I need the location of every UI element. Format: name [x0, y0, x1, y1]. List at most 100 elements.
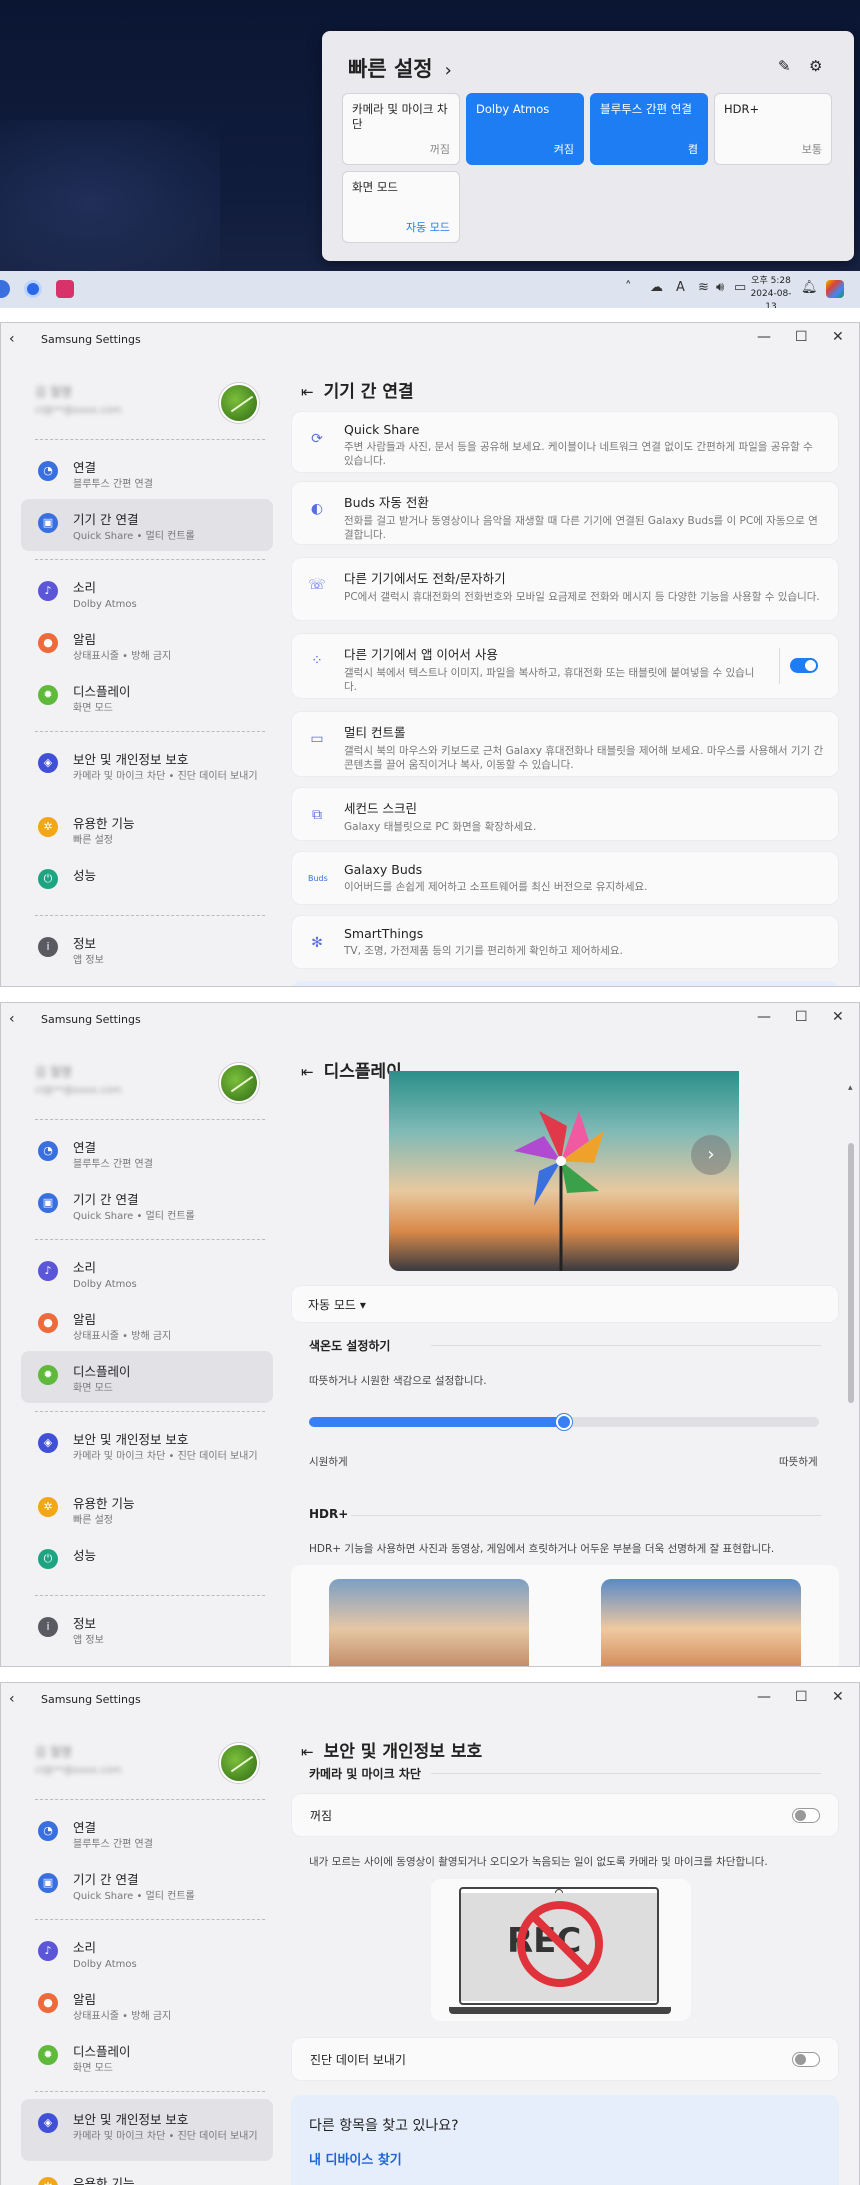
tile-bluetooth-easy-connect[interactable]: 블루투스 간편 연결 켬: [590, 93, 708, 165]
scroll-up-icon[interactable]: ▴: [848, 1083, 853, 1093]
screen-mode-dropdown[interactable]: 자동 모드 ▾: [291, 1285, 839, 1323]
sidebar-item-info[interactable]: i 정보 앱 정보: [21, 1603, 273, 1655]
gear-icon[interactable]: ⚙: [809, 57, 822, 75]
sidebar-item-notifications[interactable]: ● 알림 상태표시줄 • 방해 금지: [21, 1299, 273, 1351]
sidebar-item-notifications[interactable]: ● 알림 상태표시줄 • 방해 금지: [21, 619, 273, 671]
card-galaxy-buds[interactable]: Buds Galaxy Buds 이어버드를 손쉽게 제어하고 소프트웨어를 최신 …: [291, 851, 839, 905]
camera-mic-block-row[interactable]: 꺼짐: [291, 1793, 839, 1837]
maximize-button[interactable]: ☐: [795, 1009, 808, 1025]
continue-apps-toggle[interactable]: [790, 658, 818, 673]
profile[interactable]: 김 철명 cl@**@xxxx.com: [35, 1063, 265, 1113]
sidebar-item-display[interactable]: ✹ 디스플레이 화면 모드: [21, 2031, 273, 2083]
ime-indicator[interactable]: A: [676, 280, 685, 295]
collapse-icon[interactable]: ⇤: [301, 1063, 314, 1081]
profile[interactable]: 김 철명 cl@**@xxxx.com: [35, 1743, 265, 1793]
scroll-thumb[interactable]: [848, 1143, 854, 1403]
notification-bell-icon[interactable]: 🔔︎: [801, 280, 818, 295]
divider: [35, 1799, 265, 1800]
page-title: ⇤ 기기 간 연결: [301, 382, 414, 402]
sidebar-item-security[interactable]: ◈ 보안 및 개인정보 보호 카메라 및 마이크 차단 • 진단 데이터 보내기: [21, 2099, 273, 2161]
main-content: ⇤ 보안 및 개인정보 보호 카메라 및 마이크 차단 꺼짐 내가 모르는 사이에…: [291, 1717, 859, 2185]
sidebar-item-performance[interactable]: ⏻ 성능: [21, 1535, 273, 1587]
sidebar-item-display[interactable]: ✹ 디스플레이 화면 모드: [21, 671, 273, 723]
sidebar-item-performance[interactable]: ⏻ 성능: [21, 855, 273, 907]
chevron-right-icon[interactable]: ›: [445, 60, 452, 81]
sidebar-item-sound[interactable]: ♪ 소리 Dolby Atmos: [21, 1247, 273, 1299]
sidebar-item-useful-features[interactable]: ✲유용한 기능빠른 설정: [21, 2163, 273, 2185]
close-button[interactable]: ✕: [832, 329, 844, 345]
battery-icon[interactable]: ▭: [734, 280, 746, 295]
wifi-icon[interactable]: ≋: [698, 280, 709, 295]
avatar[interactable]: [219, 1743, 259, 1783]
card-smartthings[interactable]: ✻ SmartThings TV, 조명, 가전제품 등의 기기를 편리하게 확인하…: [291, 915, 839, 969]
tile-hdr[interactable]: HDR+ 보통: [714, 93, 832, 165]
speaker-icon: ♪: [38, 581, 58, 601]
back-icon[interactable]: ‹: [9, 1691, 15, 1707]
card-call-text[interactable]: ☏ 다른 기기에서도 전화/문자하기 PC에서 갤럭시 휴대전화의 전화번호와 모바…: [291, 557, 839, 621]
tile-screen-mode[interactable]: 화면 모드 자동 모드: [342, 171, 460, 243]
card-multi-control[interactable]: ▭ 멀티 컨트롤 갤럭시 북의 마우스와 키보드로 근처 Galaxy 휴대전화나 …: [291, 711, 839, 777]
sun-icon: ✹: [38, 1365, 58, 1385]
collapse-icon[interactable]: ⇤: [301, 1743, 314, 1761]
sync-app-icon[interactable]: [24, 280, 42, 298]
divider: [35, 2091, 265, 2092]
close-button[interactable]: ✕: [832, 1689, 844, 1705]
close-button[interactable]: ✕: [832, 1009, 844, 1025]
avatar[interactable]: [219, 1063, 259, 1103]
find-my-device-link[interactable]: 내 디바이스 찾기: [309, 2149, 821, 2168]
slider-knob[interactable]: [556, 1414, 572, 1430]
devices-icon: ▣: [38, 1193, 58, 1213]
gallery-app-icon[interactable]: [56, 280, 74, 298]
diagnostic-data-row[interactable]: 진단 데이터 보내기: [291, 2037, 839, 2081]
tile-dolby-atmos[interactable]: Dolby Atmos 켜짐: [466, 93, 584, 165]
quick-settings-title[interactable]: 빠른 설정 ›: [348, 53, 452, 83]
tile-camera-mic-block[interactable]: 카메라 및 마이크 차단 꺼짐: [342, 93, 460, 165]
sidebar-item-sound[interactable]: ♪ 소리 Dolby Atmos: [21, 567, 273, 619]
maximize-button[interactable]: ☐: [795, 329, 808, 345]
card-quick-share[interactable]: ⟳ Quick Share 주변 사람들과 사진, 문서 등을 공유해 보세요. 케…: [291, 411, 839, 473]
cloud-icon[interactable]: ☁: [650, 280, 663, 295]
copilot-icon[interactable]: [826, 280, 844, 298]
back-icon[interactable]: ‹: [9, 331, 15, 347]
sidebar-item-display[interactable]: ✹ 디스플레이 화면 모드: [21, 1351, 273, 1403]
back-icon[interactable]: ‹: [9, 1011, 15, 1027]
next-image-button[interactable]: ›: [691, 1135, 731, 1175]
card-continue-apps[interactable]: ⁘ 다른 기기에서 앱 이어서 사용 갤럭시 북에서 텍스트나 이미지, 파일을 복…: [291, 633, 839, 699]
shield-icon: ◈: [38, 1433, 58, 1453]
shield-icon: ◈: [38, 2113, 58, 2133]
sidebar-item-info[interactable]: i 정보 앱 정보: [21, 923, 273, 975]
card-second-screen[interactable]: ⧉ 세컨드 스크린 Galaxy 태블릿으로 PC 화면을 확장하세요.: [291, 787, 839, 841]
app-icon[interactable]: [0, 280, 10, 298]
minimize-button[interactable]: —: [757, 329, 771, 345]
diagnostic-data-toggle[interactable]: [792, 2052, 820, 2067]
sidebar-item-device-connect[interactable]: ▣ 기기 간 연결 Quick Share • 멀티 컨트롤: [21, 1179, 273, 1231]
minimize-button[interactable]: —: [757, 1009, 771, 1025]
shield-icon: ◈: [38, 753, 58, 773]
sidebar-item-security[interactable]: ◈ 보안 및 개인정보 보호 카메라 및 마이크 차단 • 진단 데이터 보내기: [21, 1419, 273, 1481]
sidebar-item-connections[interactable]: ◔ 연결 블루투스 간편 연결: [21, 1127, 273, 1179]
sidebar-item-useful-features[interactable]: ✲유용한 기능빠른 설정: [21, 1483, 273, 1535]
sidebar-item-sound[interactable]: ♪ 소리 Dolby Atmos: [21, 1927, 273, 1979]
scrollbar[interactable]: ▴ ▾: [847, 1083, 855, 1666]
maximize-button[interactable]: ☐: [795, 1689, 808, 1705]
sidebar-item-notifications[interactable]: ● 알림 상태표시줄 • 방해 금지: [21, 1979, 273, 2031]
sidebar-item-security[interactable]: ◈ 보안 및 개인정보 보호 카메라 및 마이크 차단 • 진단 데이터 보내기: [21, 739, 273, 801]
clock[interactable]: 오후 5:28 2024-08-13: [746, 275, 796, 308]
sidebar-item-device-connect[interactable]: ▣ 기기 간 연결 Quick Share • 멀티 컨트롤: [21, 499, 273, 551]
sidebar-item-connections[interactable]: ◔ 연결 블루투스 간편 연결: [21, 447, 273, 499]
card-buds-auto-switch[interactable]: ◐ Buds 자동 전환 전화를 걸고 받거나 동영상이나 음악을 재생할 때 다른…: [291, 481, 839, 545]
minimize-button[interactable]: —: [757, 1689, 771, 1705]
collapse-icon[interactable]: ⇤: [301, 383, 314, 401]
camera-mic-block-toggle[interactable]: [792, 1808, 820, 1823]
profile[interactable]: 김 철명 cl@**@xxxx.com: [35, 383, 265, 433]
pencil-icon[interactable]: ✎: [778, 57, 791, 75]
avatar[interactable]: [219, 383, 259, 423]
main-content: ⇤ 디스플레이 › 자동 모드 ▾ 색온도 설정하기 따뜻하거나 시원한 색감으로…: [291, 1037, 859, 1666]
color-temp-slider[interactable]: [309, 1414, 819, 1430]
sidebar-item-connections[interactable]: ◔ 연결 블루투스 간편 연결: [21, 1807, 273, 1859]
sidebar-item-useful-features[interactable]: ✲유용한 기능빠른 설정: [21, 803, 273, 855]
sidebar-item-device-connect[interactable]: ▣ 기기 간 연결 Quick Share • 멀티 컨트롤: [21, 1859, 273, 1911]
chevron-up-icon[interactable]: ˄: [625, 280, 632, 295]
volume-icon[interactable]: 🔊︎: [716, 280, 724, 295]
divider: [35, 439, 265, 440]
